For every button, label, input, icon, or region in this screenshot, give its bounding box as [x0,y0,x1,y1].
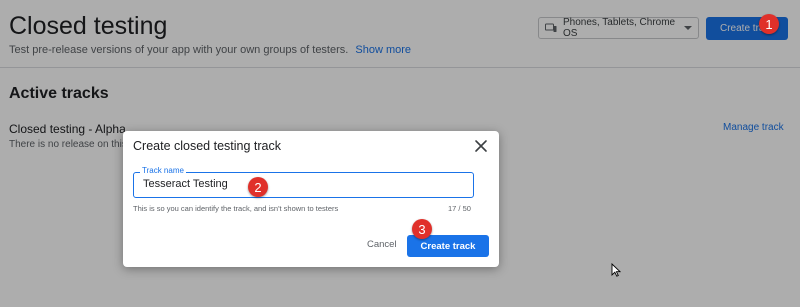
step-badge-2: 2 [248,177,268,197]
track-name-label: Track name [140,166,186,175]
track-name-input[interactable] [143,178,453,190]
cancel-button[interactable]: Cancel [367,239,397,250]
character-counter: 17 / 50 [448,204,471,213]
step-badge-3: 3 [412,219,432,239]
mouse-cursor-icon [611,263,621,277]
track-name-field[interactable]: Track name [133,166,474,198]
close-icon[interactable] [473,138,489,154]
dialog-title: Create closed testing track [133,139,281,153]
create-track-dialog: Create closed testing track Track name T… [123,131,499,267]
field-helper-text: This is so you can identify the track, a… [133,204,339,213]
step-badge-1: 1 [759,14,779,34]
